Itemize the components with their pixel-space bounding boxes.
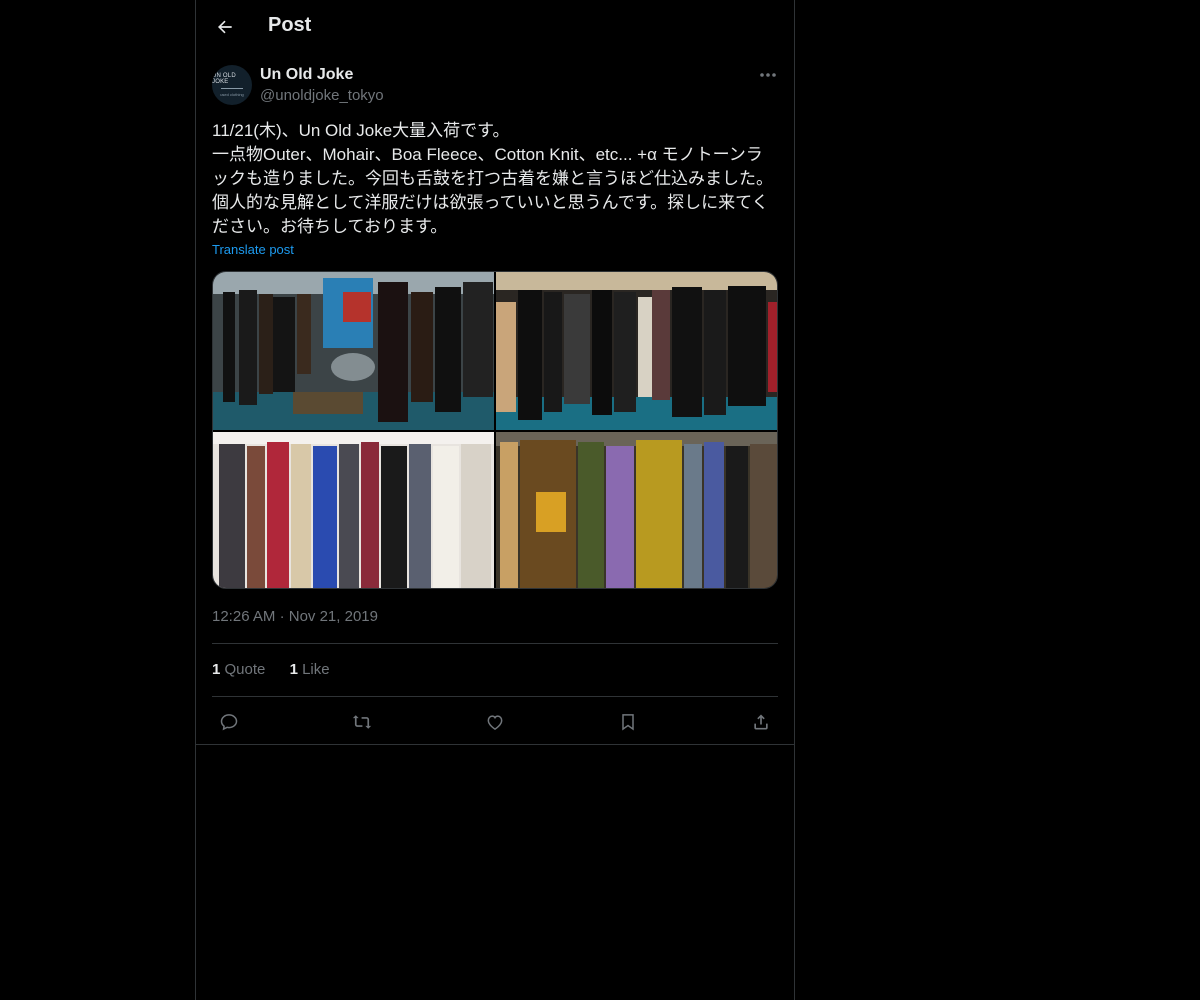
post-stats: 1 Quote 1 Like [212, 661, 350, 678]
photo-rack-mohair[interactable] [496, 432, 777, 588]
share-button[interactable] [744, 708, 778, 736]
like-count: 1 [289, 661, 298, 678]
repost-icon [352, 715, 372, 729]
action-bar [212, 708, 778, 736]
post-date[interactable]: Nov 21, 2019 [289, 608, 378, 625]
back-button[interactable] [210, 12, 240, 42]
quote-count: 1 [212, 661, 221, 678]
page-header: Post [196, 0, 794, 53]
reply-button[interactable] [212, 708, 246, 736]
like-button[interactable] [478, 708, 512, 736]
photo-rack-outer-image [213, 272, 494, 430]
photo-rack-knit[interactable] [213, 432, 494, 588]
bookmark-icon [622, 714, 634, 731]
quote-label: Quote [224, 661, 266, 678]
photo-rack-knit-image [213, 432, 494, 588]
divider [212, 643, 778, 644]
post-text: 11/21(木)、Un Old Joke大量入荷です。 一点物Outer、Moh… [212, 121, 773, 236]
avatar-logo-text: UN OLD JOKE [212, 73, 236, 85]
photo-rack-monotone-image [496, 272, 777, 430]
avatar-logo-subtext: used clothing [220, 92, 244, 97]
like-label: Like [302, 661, 330, 678]
author-name[interactable]: Un Old Joke [260, 66, 353, 84]
like-stat[interactable]: 1 Like [290, 661, 330, 678]
divider [196, 744, 794, 745]
arrow-left-icon [218, 20, 232, 34]
timestamp-separator: · [279, 608, 285, 625]
translate-post-link[interactable]: Translate post [212, 242, 294, 257]
post-media-grid [212, 271, 778, 589]
reply-icon [220, 714, 238, 731]
post-timestamp: 12:26 AM · Nov 21, 2019 [212, 608, 378, 625]
page-title: Post [268, 14, 312, 36]
author-handle[interactable]: @unoldjoke_tokyo [260, 87, 384, 104]
more-options-button[interactable] [756, 64, 780, 86]
avatar-logo-rule [221, 88, 243, 89]
avatar[interactable]: UN OLD JOKE used clothing [212, 65, 252, 105]
divider [212, 696, 778, 697]
photo-rack-monotone[interactable] [496, 272, 777, 430]
photo-rack-mohair-image [496, 432, 777, 588]
more-icon [760, 73, 776, 77]
like-icon [487, 715, 503, 730]
share-icon [754, 714, 768, 730]
bookmark-button[interactable] [611, 708, 645, 736]
quote-stat[interactable]: 1 Quote [212, 661, 265, 678]
repost-button[interactable] [345, 708, 379, 736]
post-column: Post UN OLD JOKE used clothing Un Old Jo… [195, 0, 795, 1000]
photo-rack-outer[interactable] [213, 272, 494, 430]
post-time[interactable]: 12:26 AM [212, 608, 275, 625]
